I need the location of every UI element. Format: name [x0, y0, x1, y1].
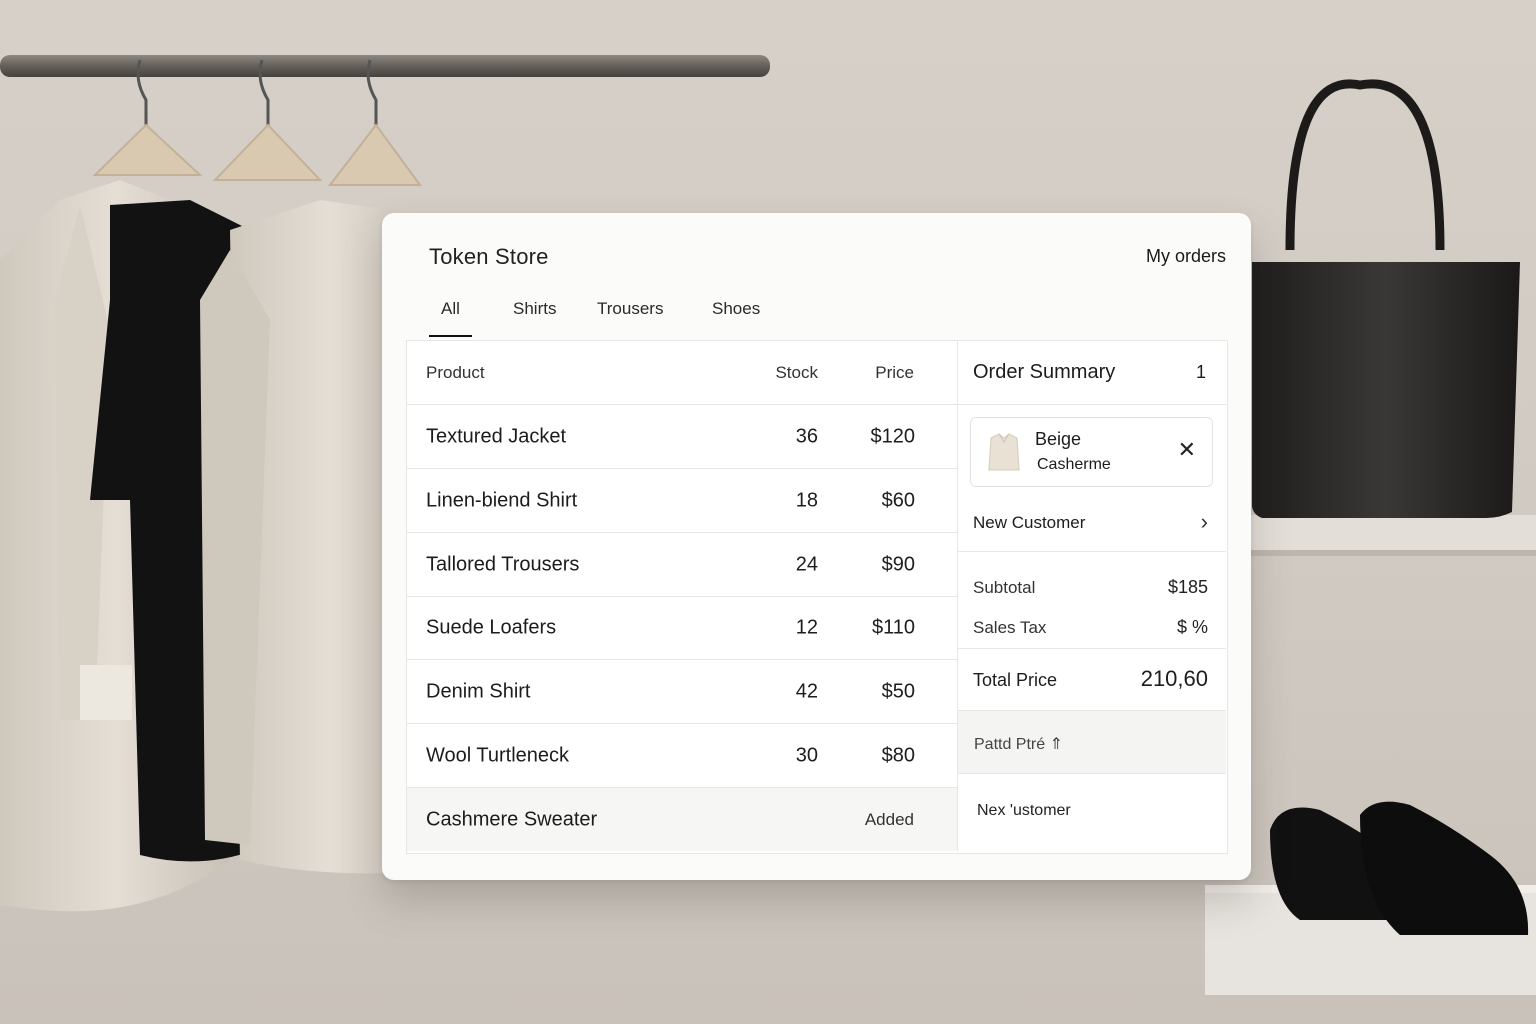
table-row[interactable]: Suede Loafers 12 $110: [407, 596, 957, 660]
product-price: $120: [870, 425, 916, 447]
order-item-card[interactable]: Beige Casherme ✕: [970, 417, 1213, 487]
column-header-price: Price: [875, 362, 914, 382]
sales-tax-row: Sales Tax $ %: [958, 614, 1226, 644]
table-row[interactable]: Wool Turtleneck 30 $80: [407, 724, 957, 788]
total-label: Total Price: [973, 670, 1058, 690]
product-name: Textured Jacket: [426, 425, 567, 447]
table-row[interactable]: Denim Shirt 42 $50: [407, 660, 957, 724]
tab-trousers[interactable]: Trousers: [597, 299, 663, 329]
new-customer-label: New Customer: [973, 513, 1086, 532]
new-customer-button[interactable]: New Customer ›: [958, 499, 1226, 552]
sales-tax-value: $ %: [1176, 617, 1208, 637]
product-name: Cashmere Sweater: [426, 808, 598, 830]
product-stock: 12: [795, 616, 818, 638]
product-price: $90: [881, 553, 915, 575]
table-row-added[interactable]: Cashmere Sweater Added: [407, 788, 957, 851]
close-icon[interactable]: ✕: [1178, 439, 1196, 461]
column-header-product: Product: [426, 362, 485, 382]
store-content: Product Stock Price Textured Jacket 36 $…: [406, 340, 1228, 854]
product-stock: 18: [795, 489, 818, 511]
product-price: $50: [881, 680, 915, 702]
paid-price-label: Pattd Ptré ⇑: [974, 736, 1063, 753]
product-name: Denim Shirt: [426, 680, 531, 702]
paid-price-button[interactable]: Pattd Ptré ⇑: [958, 710, 1226, 774]
product-stock: 30: [795, 744, 818, 766]
order-summary-title: Order Summary: [973, 361, 1116, 383]
table-row[interactable]: Textured Jacket 36 $120: [407, 405, 957, 469]
order-item-variant: Casherme: [1037, 456, 1111, 473]
store-panel: Token Store My orders All Shirts Trouser…: [382, 213, 1251, 880]
tab-shirts[interactable]: Shirts: [513, 299, 556, 329]
subtotal-row: Subtotal $185: [958, 574, 1226, 604]
next-customer-label: Nex 'ustomer: [977, 802, 1071, 819]
table-row[interactable]: Tallored Trousers 24 $90: [407, 533, 957, 597]
product-stock: 24: [795, 553, 818, 575]
product-price: $60: [881, 489, 915, 511]
tab-all[interactable]: All: [429, 299, 472, 337]
column-header-stock: Stock: [775, 362, 818, 382]
tab-shoes[interactable]: Shoes: [712, 299, 760, 329]
order-item-count: 1: [1195, 362, 1206, 382]
added-status: Added: [864, 809, 914, 829]
table-header: Product Stock Price: [407, 341, 957, 405]
sweater-thumbnail: [988, 433, 1020, 471]
chevron-right-icon: ›: [1200, 509, 1208, 534]
product-table: Product Stock Price Textured Jacket 36 $…: [407, 341, 958, 851]
table-row[interactable]: Linen-biend Shirt 18 $60: [407, 469, 957, 533]
order-summary: Order Summary 1 Beige Casherme ✕ New Cus…: [958, 341, 1226, 851]
my-orders-link[interactable]: My orders: [1146, 246, 1226, 267]
product-name: Wool Turtleneck: [426, 744, 570, 766]
order-item-name: Beige: [1035, 429, 1082, 449]
subtotal-value: $185: [1167, 577, 1208, 597]
product-stock: 42: [795, 680, 818, 702]
product-price: $80: [881, 744, 915, 766]
total-row: Total Price 210,60: [958, 648, 1226, 710]
next-customer-button[interactable]: Nex 'ustomer: [958, 773, 1226, 851]
product-name: Linen-biend Shirt: [426, 489, 578, 511]
total-value: 210,60: [1140, 666, 1208, 691]
brand-title: Token Store: [429, 244, 549, 269]
product-stock: 36: [795, 425, 818, 447]
product-name: Suede Loafers: [426, 616, 557, 638]
divider: [958, 404, 1226, 405]
sales-tax-label: Sales Tax: [973, 618, 1047, 637]
subtotal-label: Subtotal: [973, 578, 1036, 597]
product-price: $110: [871, 616, 915, 638]
product-name: Tallored Trousers: [426, 553, 580, 575]
